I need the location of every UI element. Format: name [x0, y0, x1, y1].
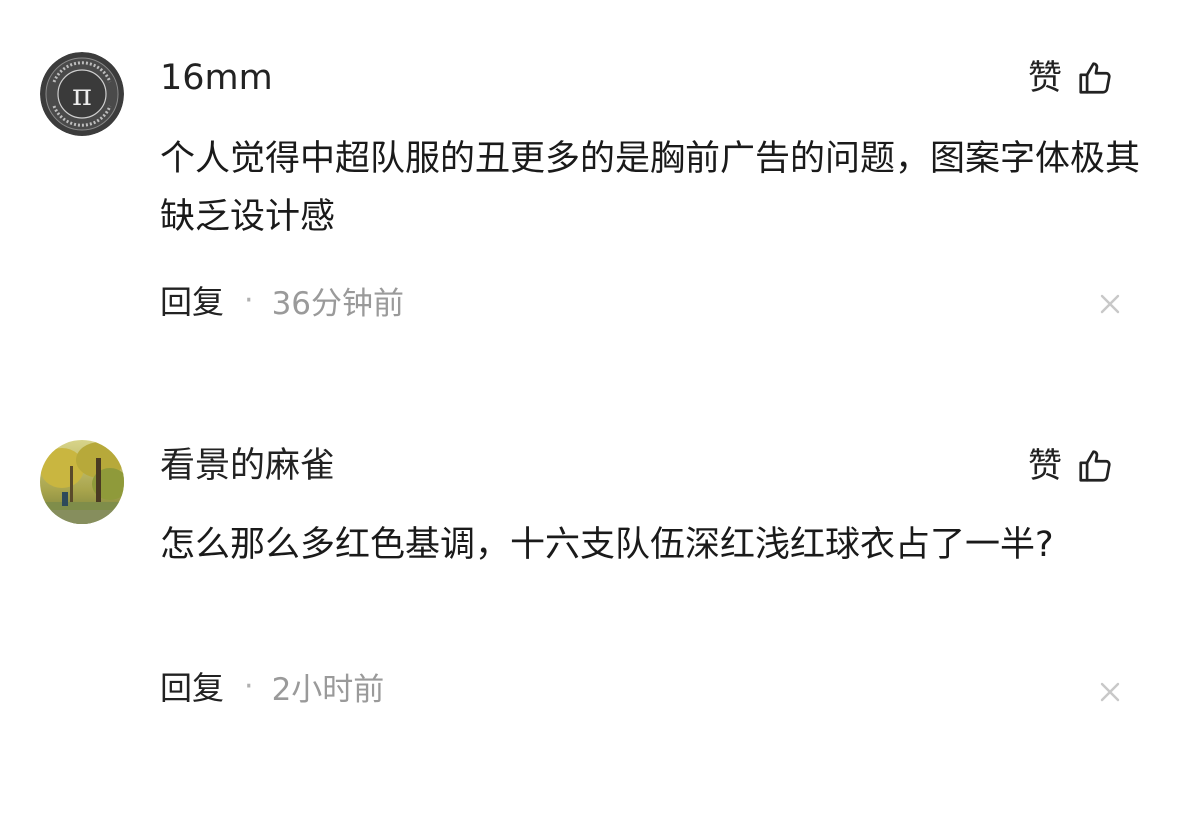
comment-text: 怎么那么多红色基调，十六支队伍深红浅红球衣占了一半? [160, 525, 1054, 565]
username[interactable]: 看景的麻雀 [160, 444, 335, 488]
thumbs-up-icon [1076, 59, 1114, 97]
like-button[interactable]: 赞 [1028, 444, 1114, 488]
like-label: 赞 [1028, 446, 1062, 486]
thumbs-up-icon [1076, 447, 1114, 485]
like-label: 赞 [1028, 58, 1062, 98]
avatar[interactable] [40, 440, 124, 524]
reply-button[interactable]: 回复 [160, 663, 224, 709]
comment-item: π 16mm 赞 个人觉得中超队服的丑更多的是胸前广告的问题，图案字体极其缺乏设… [0, 0, 1200, 400]
comment-meta: 回复 · 2小时前 [160, 664, 384, 708]
svg-text:π: π [72, 78, 92, 113]
username[interactable]: 16mm [160, 56, 273, 100]
comment-item: 看景的麻雀 赞 怎么那么多红色基调，十六支队伍深红浅红球衣占了一半? 回复 · … [0, 400, 1200, 800]
close-icon[interactable] [1096, 678, 1124, 706]
pi-logo-avatar-icon: π [40, 52, 124, 136]
timestamp: 2小时前 [271, 671, 385, 708]
comment-meta: 回复 · 36分钟前 [160, 278, 404, 322]
timestamp: 36分钟前 [271, 285, 405, 322]
like-button[interactable]: 赞 [1028, 56, 1114, 100]
reply-button[interactable]: 回复 [160, 277, 224, 323]
comment-text: 个人觉得中超队服的丑更多的是胸前广告的问题，图案字体极其缺乏设计感 [160, 139, 1141, 237]
separator-dot: · [244, 668, 254, 704]
landscape-photo-avatar-icon [40, 440, 124, 524]
separator-dot: · [244, 282, 254, 318]
close-icon[interactable] [1096, 290, 1124, 318]
avatar[interactable]: π [40, 52, 124, 136]
